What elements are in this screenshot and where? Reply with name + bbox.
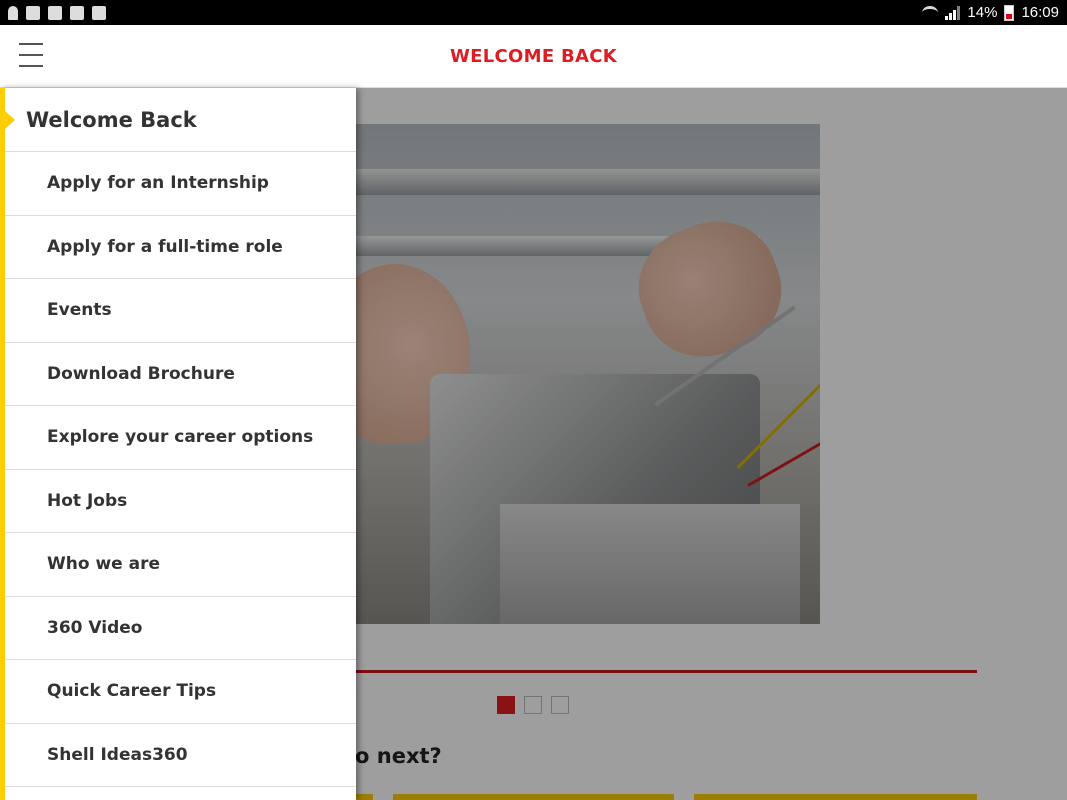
app-bar: WELCOME BACK — [0, 25, 1067, 88]
menu-item-ideas360[interactable]: Shell Ideas360 — [5, 724, 356, 787]
wifi-icon — [922, 5, 939, 20]
drawer-menu: Apply for an Internship Apply for a full… — [5, 152, 356, 787]
status-bar: 14% 16:09 — [0, 0, 1067, 25]
menu-item-internship[interactable]: Apply for an Internship — [5, 152, 356, 216]
bag-notification-icon — [70, 5, 84, 20]
navigation-drawer: Welcome Back Apply for an Internship App… — [0, 88, 356, 800]
bag-check-notification-icon — [92, 5, 106, 20]
menu-item-hot-jobs[interactable]: Hot Jobs — [5, 470, 356, 533]
battery-percent: 14% — [967, 4, 998, 21]
notification-icons — [8, 5, 106, 20]
signal-icon — [945, 5, 961, 20]
battery-icon — [1004, 4, 1015, 21]
drawer-header-label: Welcome Back — [26, 107, 197, 132]
sync-notification-icon — [48, 5, 62, 20]
page-title: WELCOME BACK — [449, 45, 617, 67]
menu-item-career-tips[interactable]: Quick Career Tips — [5, 660, 356, 724]
menu-item-360-video[interactable]: 360 Video — [5, 597, 356, 660]
image-notification-icon — [26, 5, 40, 20]
person-notification-icon — [8, 5, 18, 20]
clock: 16:09 — [1021, 4, 1059, 21]
menu-icon[interactable] — [19, 43, 43, 67]
menu-item-download-brochure[interactable]: Download Brochure — [5, 343, 356, 406]
menu-item-career-options[interactable]: Explore your career options — [5, 406, 356, 470]
menu-item-events[interactable]: Events — [5, 279, 356, 343]
menu-item-who-we-are[interactable]: Who we are — [5, 533, 356, 597]
drawer-header[interactable]: Welcome Back — [5, 88, 356, 152]
menu-item-full-time-role[interactable]: Apply for a full-time role — [5, 216, 356, 279]
